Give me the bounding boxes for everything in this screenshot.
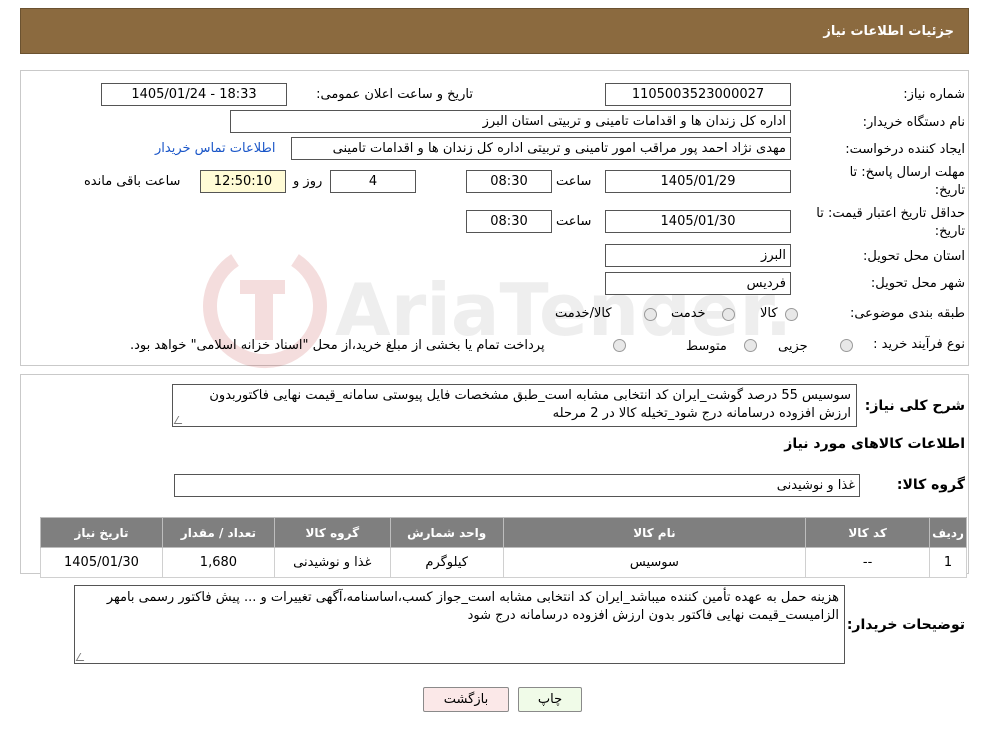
category-option-service: خدمت <box>671 306 706 321</box>
page-title: جزئیات اطلاعات نیاز <box>823 24 954 39</box>
deadline-label-2: تاریخ: <box>934 183 965 198</box>
category-label: طبقه بندی موضوعی: <box>849 306 965 321</box>
deadline-time-field: 08:30 <box>466 170 552 193</box>
col-code: کد کالا <box>805 517 931 548</box>
remaining-days-field: 4 <box>330 170 416 193</box>
print-button[interactable]: چاپ <box>518 687 582 712</box>
col-quantity: تعداد / مقدار <box>161 517 275 548</box>
process-radio-medium[interactable] <box>744 339 757 352</box>
validity-date-field: 1405/01/30 <box>605 210 791 233</box>
treasury-checkbox[interactable] <box>613 339 626 352</box>
validity-time-field: 08:30 <box>466 210 552 233</box>
col-date: تاریخ نیاز <box>40 517 163 548</box>
category-radio-goods[interactable] <box>785 308 798 321</box>
description-text: سوسیس 55 درصد گوشت_ایران کد انتخابی مشاب… <box>172 384 857 427</box>
page-header: جزئیات اطلاعات نیاز <box>20 8 969 54</box>
buyer-notes-text: هزینه حمل به عهده تأمین کننده میباشد_ایر… <box>74 585 845 664</box>
city-label: شهر محل تحویل: <box>870 276 965 291</box>
deadline-label: مهلت ارسال پاسخ: تا <box>849 165 965 180</box>
buyer-contact-link[interactable]: اطلاعات تماس خریدار <box>155 141 275 156</box>
buyer-notes-label: توضیحات خریدار: <box>846 617 965 633</box>
goods-table-header: ردیف کد کالا نام کالا واحد شمارش گروه کا… <box>40 517 967 548</box>
remaining-time-field: 12:50:10 <box>200 170 286 193</box>
description-value: سوسیس 55 درصد گوشت_ایران کد انتخابی مشاب… <box>209 388 851 421</box>
cell-code: -- <box>805 547 931 578</box>
goods-group-label: گروه کالا: <box>896 477 965 493</box>
resize-handle-icon[interactable] <box>75 653 89 661</box>
buyer-notes-value: هزینه حمل به عهده تأمین کننده میباشد_ایر… <box>106 590 839 623</box>
buyer-org-field: اداره کل زندان ها و اقدامات تامینی و ترب… <box>230 110 791 133</box>
cell-unit: کیلوگرم <box>389 547 504 578</box>
back-button[interactable]: بازگشت <box>423 687 509 712</box>
category-option-goods-service: کالا/خدمت <box>555 306 612 321</box>
category-radio-service[interactable] <box>722 308 735 321</box>
col-unit: واحد شمارش <box>389 517 504 548</box>
process-note: پرداخت تمام یا بخشی از مبلغ خرید،از محل … <box>130 338 545 353</box>
goods-group-field: غذا و نوشیدنی <box>174 474 860 497</box>
col-group: گروه کالا <box>273 517 391 548</box>
cell-name: سوسیس <box>502 547 807 578</box>
resize-handle-icon[interactable] <box>173 416 187 424</box>
cell-row: 1 <box>929 547 967 578</box>
cell-group: غذا و نوشیدنی <box>273 547 391 578</box>
announce-date-field: 1405/01/24 - 18:33 <box>101 83 287 106</box>
days-label: روز و <box>293 174 323 189</box>
validity-time-label: ساعت <box>556 214 592 229</box>
process-option-partial: جزیی <box>778 339 808 354</box>
description-label: شرح کلی نیاز: <box>864 398 965 414</box>
creator-field: مهدی نژاد احمد پور مراقب امور تامینی و ت… <box>291 137 791 160</box>
category-option-goods: کالا <box>760 306 778 321</box>
province-label: استان محل تحویل: <box>863 249 965 264</box>
table-row: 1 -- سوسیس کیلوگرم غذا و نوشیدنی 1,680 1… <box>40 547 967 578</box>
cell-quantity: 1,680 <box>161 547 275 578</box>
goods-section-title: اطلاعات کالاهای مورد نیاز <box>784 436 965 452</box>
creator-label: ایجاد کننده درخواست: <box>845 142 965 157</box>
province-field: البرز <box>605 244 791 267</box>
buyer-org-label: نام دستگاه خریدار: <box>862 115 965 130</box>
cell-date: 1405/01/30 <box>40 547 163 578</box>
need-number-label: شماره نیاز: <box>903 87 965 102</box>
col-row: ردیف <box>929 517 967 548</box>
category-radio-goods-service[interactable] <box>644 308 657 321</box>
remaining-time-label: ساعت باقی مانده <box>84 174 181 189</box>
process-label: نوع فرآیند خرید : <box>873 337 965 352</box>
validity-label: حداقل تاریخ اعتبار قیمت: تا <box>816 206 965 221</box>
validity-label-2: تاریخ: <box>934 224 965 239</box>
need-number-field: 1105003523000027 <box>605 83 791 106</box>
col-name: نام کالا <box>502 517 807 548</box>
process-option-medium: متوسط <box>686 339 727 354</box>
goods-table: ردیف کد کالا نام کالا واحد شمارش گروه کا… <box>40 517 967 578</box>
announce-date-label: تاریخ و ساعت اعلان عمومی: <box>316 87 473 102</box>
deadline-date-field: 1405/01/29 <box>605 170 791 193</box>
city-field: فردیس <box>605 272 791 295</box>
process-radio-partial[interactable] <box>840 339 853 352</box>
deadline-time-label: ساعت <box>556 174 592 189</box>
